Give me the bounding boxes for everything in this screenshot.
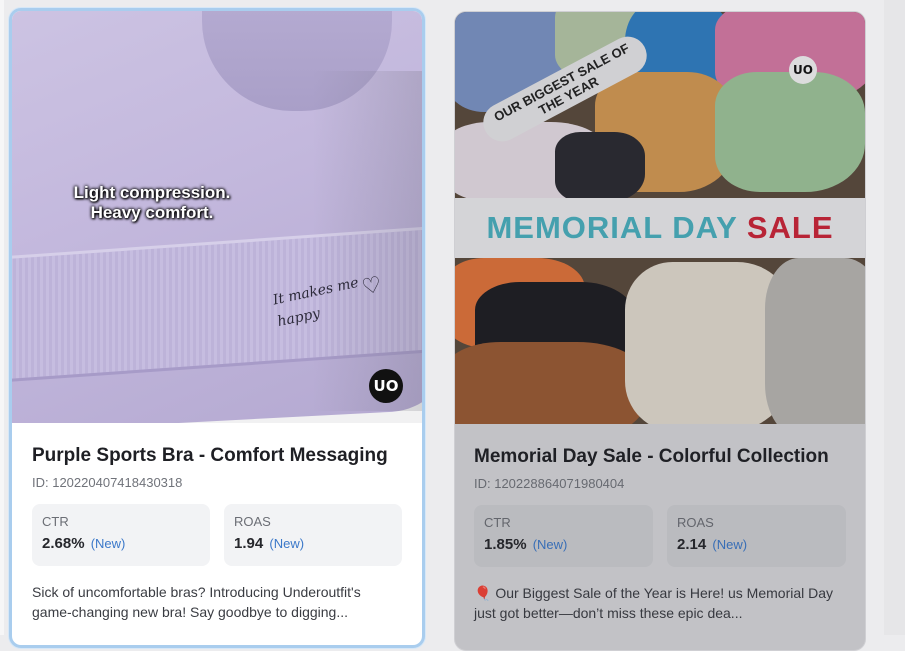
memorial-day-banner: MEMORIAL DAY SALE — [455, 198, 865, 258]
overlay-line-2: Heavy comfort. — [90, 203, 214, 222]
scroll-area-edge — [884, 0, 905, 635]
banner-text-memorial-day: MEMORIAL DAY — [486, 210, 738, 245]
ad-description: Sick of uncomfortable bras? Introducing … — [32, 584, 361, 620]
ad-description: 🎈 Our Biggest Sale of the Year is Here! … — [474, 585, 834, 621]
ad-card-memorial-day[interactable]: OUR BIGGEST SALE OF THE YEAR UO MEMORIAL… — [454, 11, 866, 651]
metric-label: CTR — [42, 514, 69, 529]
new-badge: (New) — [90, 536, 126, 551]
bra-black — [555, 132, 645, 202]
metrics-row: CTR 2.68% (New) ROAS 1.94 (New) — [32, 504, 402, 566]
metric-value-row: 2.14 (New) — [677, 536, 836, 553]
card-title: Memorial Day Sale - Colorful Collection — [474, 446, 829, 467]
overlay-line-1: Light compression. — [73, 183, 231, 202]
image-overlay-text: Light compression. Heavy comfort. — [52, 183, 252, 223]
page-left-edge — [0, 0, 4, 635]
banner-text-sale: SALE — [746, 210, 834, 245]
brand-logo: UO — [789, 56, 817, 84]
metric-value: 1.94 — [234, 535, 264, 552]
metric-value: 1.85% — [484, 536, 527, 553]
card-info: Purple Sports Bra - Comfort Messaging ID… — [12, 423, 422, 622]
metric-ctr: CTR 2.68% (New) — [32, 504, 210, 566]
ad-card-purple-bra[interactable]: Light compression. Heavy comfort. It mak… — [9, 8, 425, 648]
metric-value-row: 2.68% (New) — [42, 535, 200, 552]
metrics-row: CTR 1.85% (New) ROAS 2.14 (New) — [474, 505, 846, 567]
metric-value-row: 1.94 (New) — [234, 535, 392, 552]
metric-value: 2.14 — [677, 536, 707, 553]
metric-ctr: CTR 1.85% (New) — [474, 505, 653, 567]
brand-logo: UO — [369, 369, 403, 403]
new-badge: (New) — [712, 537, 748, 552]
card-info: Memorial Day Sale - Colorful Collection … — [455, 424, 865, 623]
ad-id: ID: 120220407418430318 — [32, 475, 183, 490]
bra-green — [715, 72, 865, 192]
metric-label: CTR — [484, 515, 511, 530]
metric-value: 2.68% — [42, 535, 85, 552]
new-badge: (New) — [532, 537, 568, 552]
card-title: Purple Sports Bra - Comfort Messaging — [32, 445, 388, 466]
metric-value-row: 1.85% (New) — [484, 536, 643, 553]
metric-label: ROAS — [677, 515, 714, 530]
new-badge: (New) — [269, 536, 305, 551]
image-shadow — [312, 71, 422, 411]
bra-grey — [765, 258, 865, 424]
ad-creative-image: OUR BIGGEST SALE OF THE YEAR UO MEMORIAL… — [455, 12, 865, 424]
metric-roas: ROAS 1.94 (New) — [224, 504, 402, 566]
bra-brown — [455, 342, 645, 424]
ad-creative-image: Light compression. Heavy comfort. It mak… — [12, 11, 422, 423]
metric-roas: ROAS 2.14 (New) — [667, 505, 846, 567]
ad-id: ID: 120228864071980404 — [474, 476, 625, 491]
metric-label: ROAS — [234, 514, 271, 529]
